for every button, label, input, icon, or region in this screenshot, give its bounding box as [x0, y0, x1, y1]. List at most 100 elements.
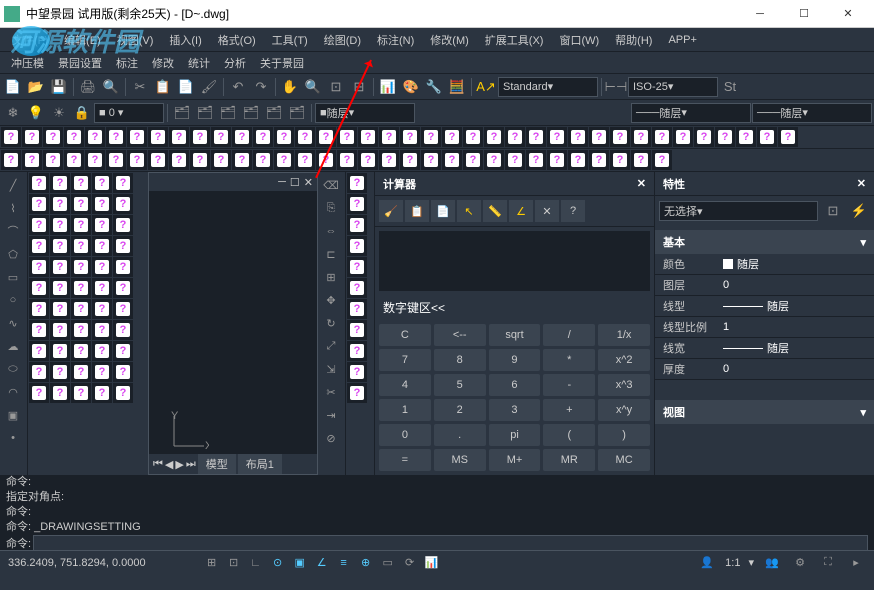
calc-key-[interactable]: ) — [598, 424, 650, 446]
plugin-icon[interactable] — [71, 383, 91, 403]
plugin-icon[interactable] — [113, 362, 133, 382]
plugin-icon[interactable] — [22, 127, 42, 147]
plugin-icon[interactable] — [484, 127, 504, 147]
plugin-icon[interactable] — [631, 127, 651, 147]
preview-icon[interactable]: 🔍 — [100, 76, 122, 98]
plugin-icon[interactable] — [736, 127, 756, 147]
calc-hist-icon[interactable]: 📋 — [405, 200, 429, 222]
plugin-icon[interactable] — [295, 127, 315, 147]
lock-icon[interactable]: 🔒 — [71, 102, 93, 124]
plugin-icon[interactable] — [113, 299, 133, 319]
plugin-icon[interactable] — [92, 278, 112, 298]
plugin-icon[interactable] — [400, 127, 420, 147]
coordinates[interactable]: 336.2409, 751.8294, 0.0000 — [8, 557, 146, 569]
props-selection-dropdown[interactable]: 无选择 ▾ — [659, 201, 818, 221]
calc-close-icon[interactable]: ✕ — [637, 177, 646, 190]
calc-key-9[interactable]: 9 — [489, 349, 541, 371]
prop-row[interactable]: 线型 随层 — [655, 296, 874, 317]
plugin-icon[interactable] — [113, 173, 133, 193]
doc-close-icon[interactable]: ✕ — [304, 176, 313, 189]
calc-key-M[interactable]: M+ — [489, 449, 541, 471]
save-icon[interactable]: 💾 — [48, 76, 70, 98]
calc-key-1x[interactable]: 1/x — [598, 324, 650, 346]
tab-nav-prev[interactable]: ◀ — [165, 458, 173, 471]
plugin-icon[interactable] — [50, 236, 70, 256]
plugin-icon[interactable] — [50, 194, 70, 214]
mirror-icon[interactable]: ⇔ — [320, 220, 342, 242]
snap-icon[interactable]: ⊡ — [224, 554, 244, 572]
cut-icon[interactable]: ✂ — [129, 76, 151, 98]
close-button[interactable]: ✕ — [826, 0, 870, 28]
plugin-icon[interactable] — [113, 194, 133, 214]
plugin-icon[interactable] — [50, 299, 70, 319]
spline-icon[interactable]: ∿ — [2, 312, 24, 334]
plugin-icon[interactable] — [113, 257, 133, 277]
plugin-icon[interactable] — [113, 320, 133, 340]
plugin-icon[interactable] — [337, 127, 357, 147]
prop-row[interactable]: 线型比例 1 — [655, 317, 874, 338]
menu-icon[interactable]: ▸ — [846, 554, 866, 572]
layer-icon[interactable]: ❄ — [2, 102, 24, 124]
osnap-icon[interactable]: ▣ — [290, 554, 310, 572]
plugin-icon[interactable] — [347, 278, 367, 298]
calc-paste-icon[interactable]: 📄 — [431, 200, 455, 222]
calc-key-x2[interactable]: x^2 — [598, 349, 650, 371]
plugin-icon[interactable] — [347, 362, 367, 382]
offset-icon[interactable]: ⊏ — [320, 243, 342, 265]
plugin-icon[interactable] — [71, 194, 91, 214]
plugin-icon[interactable] — [526, 150, 546, 170]
plugin-icon[interactable] — [50, 341, 70, 361]
plugin-icon[interactable] — [484, 150, 504, 170]
calc-display[interactable] — [379, 231, 650, 291]
circle-icon[interactable]: ○ — [2, 289, 24, 311]
block-icon[interactable]: ▣ — [2, 404, 24, 426]
menu-app[interactable]: APP+ — [660, 31, 704, 49]
plugin-icon[interactable] — [85, 150, 105, 170]
calc-key-MC[interactable]: MC — [598, 449, 650, 471]
plugin-icon[interactable] — [694, 127, 714, 147]
prop-row[interactable]: 线宽 随层 — [655, 338, 874, 359]
props-icon[interactable]: 📊 — [377, 76, 399, 98]
plugin-icon[interactable] — [106, 150, 126, 170]
calc-dist-icon[interactable]: 📏 — [483, 200, 507, 222]
dim-style-icon[interactable]: ⊢⊣ — [605, 76, 627, 98]
plugin-icon[interactable] — [71, 362, 91, 382]
polar-icon[interactable]: ⊙ — [268, 554, 288, 572]
plugin-icon[interactable] — [106, 127, 126, 147]
linetype-dropdown[interactable]: ─── 随层 ▾ — [631, 103, 751, 123]
calc-key-5[interactable]: 5 — [434, 374, 486, 396]
calc-key-4[interactable]: 4 — [379, 374, 431, 396]
command-window[interactable]: 命令: 指定对角点: 命令: 命令: _DRAWINGSETTING 命令: — [0, 472, 874, 550]
plugin-icon[interactable] — [29, 278, 49, 298]
prop-row[interactable]: 图层 0 — [655, 275, 874, 296]
layer-state-icon[interactable]: 🗂 — [171, 102, 193, 124]
calc-key-[interactable]: . — [434, 424, 486, 446]
plugin-icon[interactable] — [29, 362, 49, 382]
dim-style-dropdown[interactable]: ISO-25 ▾ — [628, 77, 718, 97]
calc-key-sqrt[interactable]: sqrt — [489, 324, 541, 346]
menu-dimension[interactable]: 标注(N) — [369, 29, 422, 51]
plugin-icon[interactable] — [1, 127, 21, 147]
design-icon[interactable]: 🎨 — [400, 76, 422, 98]
plugin-icon[interactable] — [29, 236, 49, 256]
plugin-icon[interactable] — [113, 278, 133, 298]
plugin-icon[interactable] — [92, 236, 112, 256]
plugin-icon[interactable] — [127, 150, 147, 170]
plugin-icon[interactable] — [274, 127, 294, 147]
plugin-icon[interactable] — [92, 299, 112, 319]
menu2-analyze[interactable]: 分析 — [217, 53, 253, 73]
calc-key-[interactable]: * — [543, 349, 595, 371]
tool-icon[interactable]: 🔧 — [423, 76, 445, 98]
menu2-about[interactable]: 关于景园 — [253, 53, 311, 73]
plugin-icon[interactable] — [253, 127, 273, 147]
plugin-icon[interactable] — [113, 383, 133, 403]
workspace-icon[interactable]: ⚙ — [790, 554, 810, 572]
dyn-icon[interactable]: ⊕ — [356, 554, 376, 572]
tab-model[interactable]: 模型 — [198, 454, 236, 474]
menu-insert[interactable]: 插入(I) — [161, 29, 209, 51]
plugin-icon[interactable] — [92, 257, 112, 277]
plugin-icon[interactable] — [92, 173, 112, 193]
text-style-icon[interactable]: A↗ — [475, 76, 497, 98]
plugin-icon[interactable] — [50, 257, 70, 277]
plugin-icon[interactable] — [71, 257, 91, 277]
